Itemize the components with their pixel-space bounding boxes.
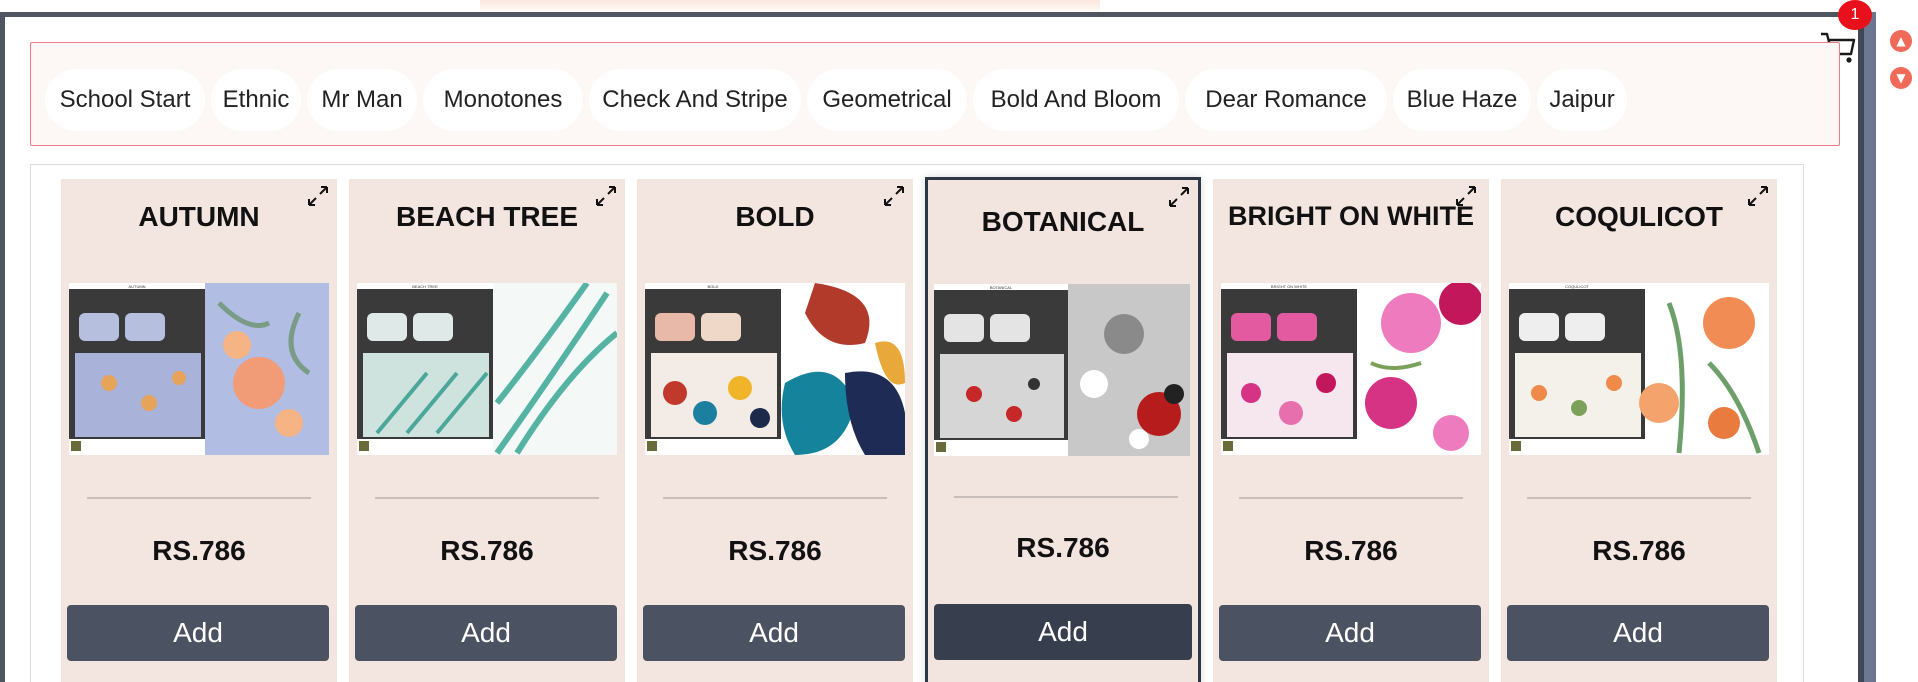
product-card-selected[interactable]: BOTANICAL BOTANICAL RS.786 Add <box>925 177 1201 682</box>
divider <box>375 497 599 499</box>
product-image[interactable]: BOTANICAL <box>934 284 1190 456</box>
image-caption: AUTUMN <box>128 284 145 289</box>
product-title: BOTANICAL <box>981 206 1145 237</box>
category-chip[interactable]: Bold And Bloom <box>973 69 1179 131</box>
product-image[interactable]: BOLD <box>645 283 905 455</box>
product-price: RS.786 <box>1592 535 1686 566</box>
product-image[interactable]: AUTUMN <box>69 283 329 455</box>
add-button[interactable]: Add <box>643 605 905 661</box>
category-bar: School Start Ethnic Mr Man Monotones Che… <box>30 42 1840 146</box>
app-window: ▲ ▼ 1 School Start Ethnic Mr Man Monoton… <box>0 0 1918 682</box>
category-chip[interactable]: Jaipur <box>1537 69 1627 131</box>
divider <box>663 497 887 499</box>
product-title: AUTUMN <box>138 201 260 232</box>
expand-icon[interactable] <box>881 183 907 209</box>
image-caption: COQULICOT <box>1565 284 1589 289</box>
category-chip[interactable]: Ethnic <box>211 69 301 131</box>
image-caption: BEACH TREE <box>412 284 438 289</box>
cart-count-badge: 1 <box>1838 0 1872 30</box>
expand-icon[interactable] <box>1453 183 1479 209</box>
product-card[interactable]: BOLD BOLD RS.786 Add <box>637 179 913 682</box>
product-image[interactable]: BRIGHT ON WHITE <box>1221 283 1481 455</box>
expand-icon[interactable] <box>305 183 331 209</box>
product-image[interactable]: COQULICOT <box>1509 283 1769 455</box>
image-caption: BOTANICAL <box>990 285 1013 290</box>
product-grid: AUTUMN AUTUMN RS.786 Add BEACH TREE BEAC… <box>30 164 1804 682</box>
product-image[interactable]: BEACH TREE <box>357 283 617 455</box>
product-card[interactable]: BEACH TREE BEACH TREE RS.786 Add <box>349 179 625 682</box>
add-button[interactable]: Add <box>355 605 617 661</box>
product-price: RS.786 <box>440 535 534 566</box>
product-card[interactable]: COQULICOT COQULICOT RS.786 Add <box>1501 179 1777 682</box>
product-title: BOLD <box>735 201 815 232</box>
add-button[interactable]: Add <box>67 605 329 661</box>
category-chip[interactable]: Check And Stripe <box>589 69 801 131</box>
add-button[interactable]: Add <box>1219 605 1481 661</box>
scroll-up-icon[interactable]: ▲ <box>1890 30 1912 52</box>
expand-icon[interactable] <box>1166 184 1192 210</box>
category-chip[interactable]: Blue Haze <box>1393 69 1531 131</box>
product-card[interactable]: BRIGHT ON WHITE BRIGHT ON WHITE RS.786 A… <box>1213 179 1489 682</box>
category-chip[interactable]: Dear Romance <box>1185 69 1387 131</box>
add-button[interactable]: Add <box>934 604 1192 660</box>
image-caption: BOLD <box>708 284 719 289</box>
expand-icon[interactable] <box>593 183 619 209</box>
divider <box>954 496 1178 498</box>
category-chip[interactable]: School Start <box>45 69 205 131</box>
image-caption: BRIGHT ON WHITE <box>1271 284 1307 289</box>
product-price: RS.786 <box>1304 535 1398 566</box>
divider <box>1239 497 1463 499</box>
scroll-down-icon[interactable]: ▼ <box>1890 67 1912 89</box>
category-chip[interactable]: Monotones <box>423 69 583 131</box>
expand-icon[interactable] <box>1745 183 1771 209</box>
product-title: COQULICOT <box>1555 201 1723 232</box>
divider <box>1527 497 1751 499</box>
product-price: RS.786 <box>728 535 822 566</box>
scrollbar-thumb[interactable] <box>1864 12 1876 682</box>
divider <box>87 497 311 499</box>
add-button[interactable]: Add <box>1507 605 1769 661</box>
product-card[interactable]: AUTUMN AUTUMN RS.786 Add <box>61 179 337 682</box>
category-chip[interactable]: Geometrical <box>807 69 967 131</box>
product-price: RS.786 <box>152 535 246 566</box>
product-price: RS.786 <box>1016 532 1110 563</box>
product-title: BEACH TREE <box>395 201 578 232</box>
category-chip[interactable]: Mr Man <box>307 69 417 131</box>
product-title: BRIGHT ON WHITE <box>1228 201 1474 231</box>
